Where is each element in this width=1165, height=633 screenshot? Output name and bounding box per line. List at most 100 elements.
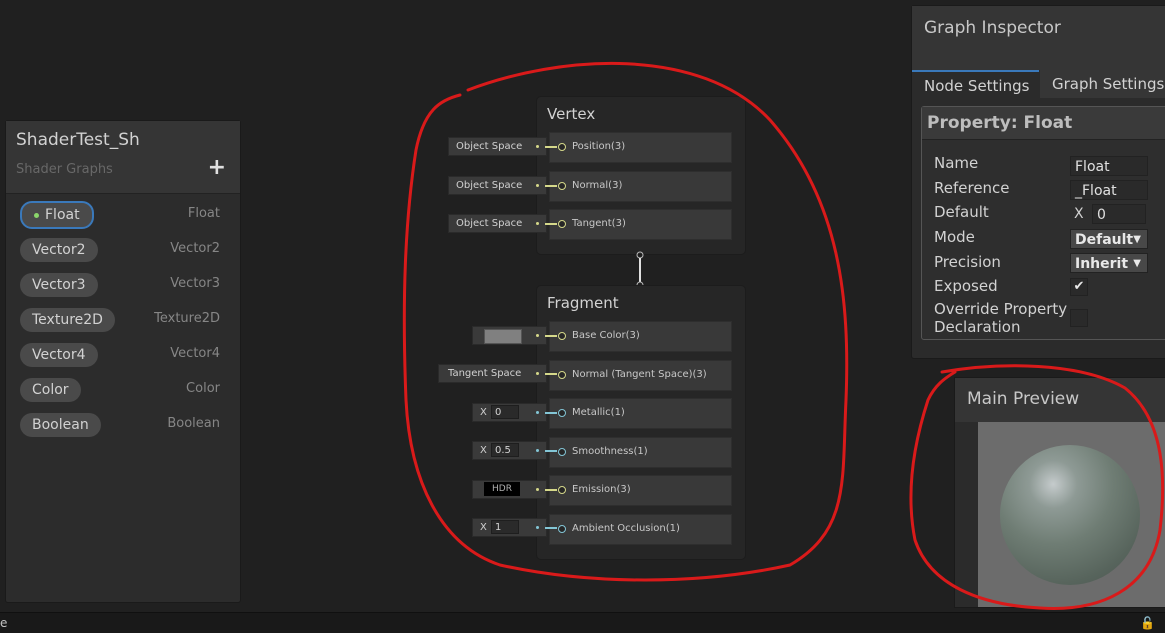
property-pill-boolean[interactable]: Boolean	[20, 413, 101, 437]
slot-label: Normal(3)	[572, 180, 623, 191]
x-label: X	[480, 522, 487, 533]
slot-label: Metallic(1)	[572, 407, 625, 418]
add-property-button[interactable]: +	[208, 155, 226, 180]
slot-tangent[interactable]: Tangent(3)	[549, 209, 732, 240]
property-pill-vector3[interactable]: Vector3	[20, 273, 98, 297]
reference-field[interactable]: _Float	[1070, 180, 1148, 200]
preview-header[interactable]: Main Preview	[955, 378, 1165, 422]
tab-node-settings[interactable]: Node Settings	[912, 70, 1039, 98]
exposed-label: Exposed	[934, 277, 998, 295]
ao-value-field[interactable]: 1	[491, 520, 519, 534]
color-swatch[interactable]	[484, 329, 522, 344]
connection-wire	[545, 223, 557, 225]
property-pill-texture2d[interactable]: Texture2D	[20, 308, 115, 332]
slot-metallic[interactable]: Metallic(1)	[549, 398, 732, 429]
tab-graph-settings[interactable]: Graph Settings	[1040, 70, 1165, 98]
property-type: Vector2	[170, 241, 220, 256]
port-icon[interactable]	[558, 371, 566, 379]
preview-viewport[interactable]	[978, 422, 1165, 607]
property-pill-vector4[interactable]: Vector4	[20, 343, 98, 367]
input-label: Object Space	[456, 180, 523, 191]
property-type: Float	[187, 206, 220, 221]
slot-smoothness[interactable]: Smoothness(1)	[549, 437, 732, 468]
precision-dropdown[interactable]: Inherit ▼	[1070, 253, 1148, 273]
status-bar: e 🔓	[0, 612, 1165, 633]
lock-icon[interactable]: 🔓	[1140, 616, 1155, 630]
mode-dropdown[interactable]: Default ▼	[1070, 229, 1148, 249]
blackboard-row: Vector4 Vector4	[6, 342, 240, 370]
port-dot-icon	[536, 372, 539, 375]
port-icon[interactable]	[558, 525, 566, 533]
dropdown-arrow-icon: ▼	[1133, 234, 1141, 245]
slot-normal[interactable]: Normal(3)	[549, 171, 732, 202]
port-icon[interactable]	[558, 409, 566, 417]
port-icon[interactable]	[558, 486, 566, 494]
slot-emission[interactable]: Emission(3)	[549, 475, 732, 506]
property-type: Vector4	[170, 346, 220, 361]
property-pill-float[interactable]: Float	[20, 201, 94, 229]
exposed-checkbox[interactable]: ✔	[1070, 278, 1088, 296]
port-icon[interactable]	[558, 332, 566, 340]
slot-normal-tangent[interactable]: Normal (Tangent Space)(3)	[549, 360, 732, 391]
input-base-color[interactable]	[472, 326, 547, 345]
default-value-field[interactable]: 0	[1092, 204, 1146, 224]
connection-wire	[545, 373, 557, 375]
override-label-line2: Declaration	[934, 318, 1021, 336]
port-icon[interactable]	[558, 220, 566, 228]
slot-position[interactable]: Position(3)	[549, 132, 732, 163]
property-header[interactable]: Property: Float	[922, 107, 1165, 140]
blackboard-row: Vector2 Vector2	[6, 237, 240, 265]
status-text: e	[0, 616, 8, 630]
blackboard-title: ShaderTest_Sh	[16, 130, 140, 150]
input-object-space-normal[interactable]: Object Space	[448, 176, 547, 195]
slot-label: Smoothness(1)	[572, 446, 648, 457]
port-dot-icon	[536, 449, 539, 452]
connection-wire	[545, 527, 557, 529]
port-icon[interactable]	[558, 448, 566, 456]
name-field[interactable]: Float	[1070, 156, 1148, 176]
property-name: Float	[45, 207, 80, 223]
input-label: Object Space	[456, 141, 523, 152]
input-ambient-occlusion[interactable]: X1	[472, 518, 547, 537]
input-label: Object Space	[456, 218, 523, 229]
port-dot-icon	[536, 184, 539, 187]
property-pill-vector2[interactable]: Vector2	[20, 238, 98, 262]
vertex-block-node[interactable]: Vertex Position(3) Normal(3) Tangent(3)	[536, 96, 746, 255]
blackboard-subtitle: Shader Graphs	[16, 162, 113, 177]
property-type: Boolean	[167, 416, 220, 431]
default-x-label: X	[1074, 206, 1084, 222]
input-tangent-space[interactable]: Tangent Space	[438, 364, 547, 383]
slot-label: Base Color(3)	[572, 330, 640, 341]
connection-wire	[545, 412, 557, 414]
exposed-dot-icon	[34, 212, 39, 218]
hdr-color-field[interactable]: HDR	[484, 482, 520, 496]
inspector-header[interactable]: Graph Inspector	[912, 6, 1165, 70]
input-emission[interactable]: HDR	[472, 480, 547, 499]
x-label: X	[480, 407, 487, 418]
property-pill-color[interactable]: Color	[20, 378, 81, 402]
override-checkbox[interactable]	[1070, 309, 1088, 327]
slot-ambient-occlusion[interactable]: Ambient Occlusion(1)	[549, 514, 732, 545]
slot-label: Normal (Tangent Space)(3)	[572, 369, 707, 380]
port-icon[interactable]	[558, 182, 566, 190]
fragment-block-node[interactable]: Fragment Base Color(3) Normal (Tangent S…	[536, 285, 746, 560]
property-name: Color	[32, 382, 69, 398]
port-icon[interactable]	[558, 143, 566, 151]
blackboard-row: Boolean Boolean	[6, 412, 240, 440]
metallic-value-field[interactable]: 0	[491, 405, 519, 419]
slot-label: Position(3)	[572, 141, 626, 152]
input-object-space-tangent[interactable]: Object Space	[448, 214, 547, 233]
mode-value: Default	[1075, 232, 1134, 248]
x-label: X	[480, 445, 487, 456]
smoothness-value-field[interactable]: 0.5	[491, 443, 519, 457]
input-smoothness[interactable]: X 0.5	[472, 441, 547, 460]
slot-label: Emission(3)	[572, 484, 631, 495]
input-object-space-position[interactable]: Object Space	[448, 137, 547, 156]
name-label: Name	[934, 154, 979, 172]
input-metallic[interactable]: X0	[472, 403, 547, 422]
blackboard-header: ShaderTest_Sh Shader Graphs +	[6, 121, 240, 194]
slot-label: Ambient Occlusion(1)	[572, 523, 680, 534]
fragment-title: Fragment	[547, 294, 619, 312]
slot-base-color[interactable]: Base Color(3)	[549, 321, 732, 352]
input-label: Tangent Space	[448, 368, 522, 379]
